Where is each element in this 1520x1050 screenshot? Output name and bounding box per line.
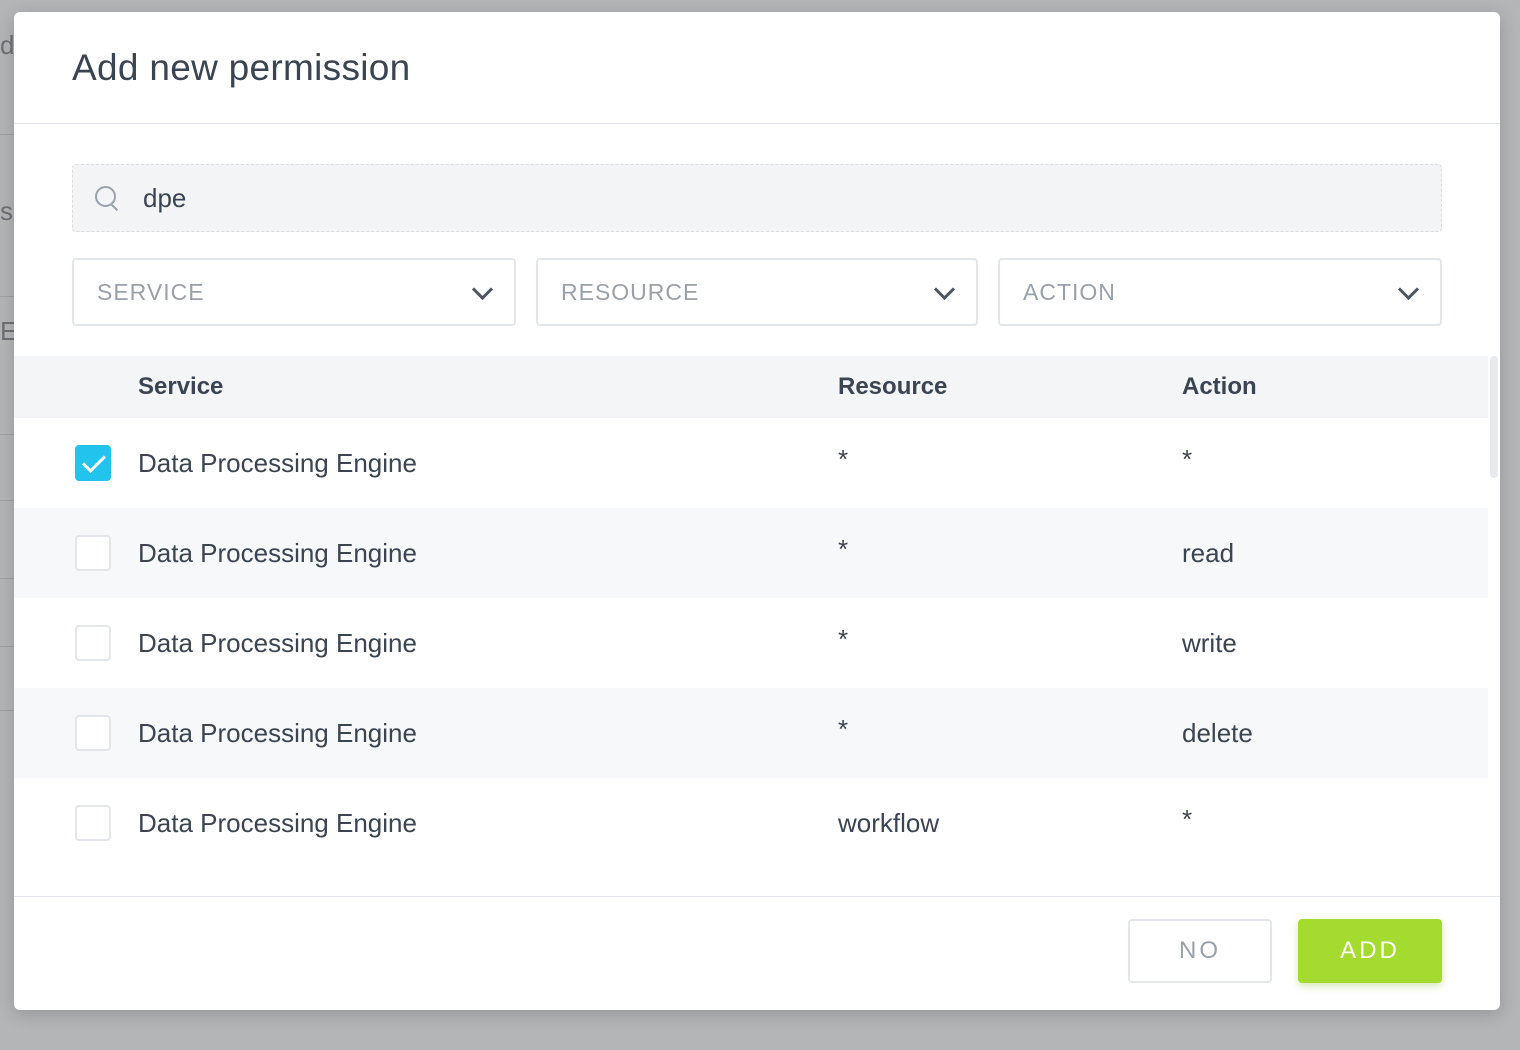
background-divider	[0, 500, 14, 501]
service-filter-label: SERVICE	[97, 278, 205, 305]
row-checkbox[interactable]	[75, 625, 111, 661]
search-box[interactable]	[72, 164, 1442, 232]
resource-cell: *	[838, 444, 849, 474]
action-cell: write	[1182, 628, 1237, 658]
background-text-fragment: d	[0, 30, 15, 60]
service-cell: Data Processing Engine	[138, 718, 417, 748]
no-button[interactable]: NO	[1128, 919, 1272, 983]
table-row[interactable]: Data Processing Engine workflow *	[14, 778, 1488, 868]
scrollbar-thumb[interactable]	[1490, 356, 1498, 478]
search-icon	[93, 184, 121, 212]
table-scrollbar[interactable]	[1488, 356, 1500, 896]
row-checkbox[interactable]	[75, 715, 111, 751]
table-row[interactable]: Data Processing Engine * write	[14, 598, 1488, 688]
background-divider	[0, 434, 14, 435]
table-row[interactable]: Data Processing Engine * read	[14, 508, 1488, 598]
chevron-down-icon	[1400, 282, 1414, 296]
filter-bar: SERVICE RESOURCE ACTION	[72, 258, 1442, 326]
service-filter-select[interactable]: SERVICE	[72, 258, 516, 326]
modal-header: Add new permission	[14, 12, 1500, 124]
service-cell: Data Processing Engine	[138, 628, 417, 658]
row-checkbox[interactable]	[75, 805, 111, 841]
service-cell: Data Processing Engine	[138, 808, 417, 838]
add-permission-modal: Add new permission SERVICE RESOURCE ACTI…	[14, 12, 1500, 1010]
background-divider	[0, 578, 14, 579]
resource-filter-label: RESOURCE	[561, 278, 700, 305]
service-cell: Data Processing Engine	[138, 448, 417, 478]
background-divider	[0, 296, 14, 297]
row-checkbox[interactable]	[75, 445, 111, 481]
table-header: Service Resource Action	[14, 356, 1488, 418]
table-row[interactable]: Data Processing Engine * delete	[14, 688, 1488, 778]
add-button[interactable]: ADD	[1298, 919, 1442, 983]
background-text-fragment: s	[0, 196, 13, 226]
permissions-table: Service Resource Action Data Processing …	[14, 356, 1488, 868]
modal-title: Add new permission	[72, 46, 411, 88]
action-cell: read	[1182, 538, 1235, 568]
background-divider	[0, 710, 14, 711]
action-filter-label: ACTION	[1023, 278, 1116, 305]
action-filter-select[interactable]: ACTION	[998, 258, 1442, 326]
background-divider	[0, 134, 14, 135]
resource-cell: *	[838, 534, 849, 564]
chevron-down-icon	[474, 282, 488, 296]
background-divider	[0, 646, 14, 647]
resource-cell: workflow	[838, 808, 940, 838]
action-cell: *	[1182, 444, 1193, 474]
row-checkbox[interactable]	[75, 535, 111, 571]
service-cell: Data Processing Engine	[138, 538, 417, 568]
column-header-action: Action	[1182, 373, 1257, 400]
table-row[interactable]: Data Processing Engine * *	[14, 418, 1488, 508]
column-header-service: Service	[138, 373, 224, 400]
search-input[interactable]	[143, 182, 1343, 214]
resource-cell: *	[838, 624, 849, 654]
resource-cell: *	[838, 714, 849, 744]
action-cell: delete	[1182, 718, 1253, 748]
modal-footer: NO ADD	[14, 896, 1500, 1010]
resource-filter-select[interactable]: RESOURCE	[536, 258, 978, 326]
action-cell: *	[1182, 804, 1193, 834]
column-header-resource: Resource	[838, 373, 948, 400]
chevron-down-icon	[936, 282, 950, 296]
